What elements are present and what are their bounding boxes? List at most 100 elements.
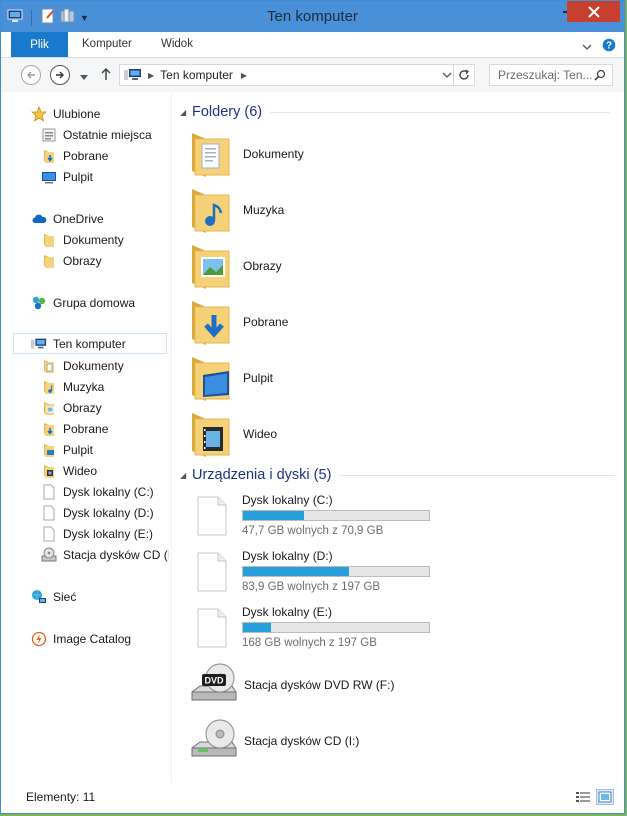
computer-icon [124, 68, 142, 82]
close-icon [587, 5, 600, 18]
window-title: Ten komputer [267, 8, 358, 25]
view-switcher [574, 789, 614, 805]
nav-pc-downloads[interactable]: Pobrane [41, 418, 108, 439]
cd-drive-icon [41, 547, 57, 563]
drive-cd[interactable]: Stacja dysków CD (I:) [190, 716, 450, 766]
tab-view[interactable]: Widok [161, 38, 193, 50]
nav-image-catalog[interactable]: Image Catalog [31, 628, 131, 649]
title-bar: ▼ Ten komputer [1, 1, 624, 32]
nav-network[interactable]: Sieć [31, 586, 76, 607]
details-view-button[interactable] [574, 789, 592, 805]
nav-desktop[interactable]: Pulpit [41, 166, 93, 187]
folder-label: Obrazy [243, 259, 282, 273]
drive-icon [196, 607, 227, 648]
nav-label: Pobrane [63, 421, 109, 436]
nav-pc-pictures[interactable]: Obrazy [41, 397, 102, 418]
folder-label: Dokumenty [243, 147, 304, 161]
folder-label: Pobrane [243, 315, 289, 329]
folder-music[interactable]: Muzyka [190, 182, 390, 238]
folder-downloads[interactable]: Pobrane [190, 294, 390, 350]
breadcrumb-separator-icon[interactable]: ▶ [148, 71, 154, 80]
nav-recent-places[interactable]: Ostatnie miejsca [41, 124, 152, 145]
nav-label: Obrazy [63, 253, 102, 268]
music-folder-icon [41, 379, 57, 395]
nav-onedrive[interactable]: OneDrive [31, 208, 104, 229]
group-divider [339, 474, 616, 476]
recent-locations-button[interactable] [80, 70, 88, 84]
group-header-devices[interactable]: ◢ Urządzenia i dyski (5) [180, 467, 616, 483]
nav-label: Wideo [63, 463, 98, 478]
help-icon[interactable]: ? [602, 38, 616, 55]
nav-this-pc[interactable]: Ten komputer [13, 333, 167, 354]
nav-downloads[interactable]: Pobrane [41, 145, 108, 166]
chevron-down-icon[interactable]: ◢ [180, 471, 192, 480]
folder-icon [41, 253, 57, 269]
address-bar[interactable]: ▶ Ten komputer ▶ [119, 64, 475, 86]
search-input[interactable]: Przeszukaj: Ten... [489, 64, 613, 86]
nav-drive-c[interactable]: Dysk lokalny (C:) [41, 481, 154, 502]
item-count: Elementy: 11 [26, 790, 96, 804]
search-icon[interactable] [594, 69, 606, 84]
videos-folder-icon [41, 463, 57, 479]
up-button[interactable] [100, 67, 112, 84]
arrow-up-icon [101, 67, 111, 80]
nav-label: OneDrive [53, 211, 104, 226]
nav-onedrive-pictures[interactable]: Obrazy [41, 250, 102, 271]
nav-drive-e[interactable]: Dysk lokalny (E:) [41, 523, 153, 544]
nav-label: Ostatnie miejsca [63, 127, 152, 142]
tiles-view-button[interactable] [596, 789, 614, 805]
dvd-badge: DVD [204, 675, 224, 685]
nav-label: Dokumenty [63, 232, 124, 247]
folder-label: Wideo [243, 427, 278, 441]
drive-name: Dysk lokalny (C:) [242, 493, 333, 507]
folder-label: Pulpit [243, 371, 274, 385]
nav-pc-desktop[interactable]: Pulpit [41, 439, 93, 460]
details-view-icon [576, 792, 590, 802]
nav-pc-music[interactable]: Muzyka [41, 376, 104, 397]
nav-label: Image Catalog [53, 631, 132, 646]
drive-usage-fill [243, 511, 305, 520]
tab-computer[interactable]: Komputer [82, 38, 132, 50]
downloads-folder-icon [41, 148, 57, 164]
drive-usage-bar [242, 510, 430, 521]
downloads-folder-icon [190, 299, 230, 345]
group-header-folders[interactable]: ◢ Foldery (6) [180, 104, 611, 120]
desktop-icon [41, 169, 57, 185]
back-button[interactable] [21, 65, 41, 85]
tab-file[interactable]: Plik [11, 32, 68, 57]
documents-folder-icon [41, 358, 57, 374]
nav-onedrive-documents[interactable]: Dokumenty [41, 229, 124, 250]
folder-pictures[interactable]: Obrazy [190, 238, 390, 294]
drive-dvd[interactable]: DVD Stacja dysków DVD RW (F:) [190, 660, 450, 710]
breadcrumb-separator-icon[interactable]: ▶ [241, 71, 247, 80]
nav-label: Pulpit [63, 442, 94, 457]
close-button[interactable] [567, 1, 620, 22]
address-history-button[interactable] [442, 68, 452, 82]
nav-pc-documents[interactable]: Dokumenty [41, 355, 124, 376]
chevron-down-icon[interactable]: ◢ [180, 108, 192, 117]
nav-pc-videos[interactable]: Wideo [41, 460, 97, 481]
chevron-down-icon[interactable] [582, 40, 592, 54]
navigation-pane: Ulubione Ostatnie miejsca Pobrane Pulpit [1, 93, 171, 783]
nav-favorites[interactable]: Ulubione [31, 103, 100, 124]
folder-desktop[interactable]: Pulpit [190, 350, 390, 406]
search-placeholder: Przeszukaj: Ten... [498, 68, 593, 82]
refresh-button[interactable] [453, 64, 475, 86]
drive-c[interactable]: Dysk lokalny (C:) 47,7 GB wolnych z 70,9… [196, 493, 456, 547]
nav-homegroup[interactable]: Grupa domowa [31, 292, 135, 313]
cloud-icon [31, 211, 47, 227]
nav-cd-drive[interactable]: Stacja dysków CD (I: [41, 544, 169, 565]
drive-e[interactable]: Dysk lokalny (E:) 168 GB wolnych z 197 G… [196, 605, 456, 659]
nav-label: Pobrane [63, 148, 109, 163]
nav-label: Grupa domowa [53, 295, 136, 310]
drive-free-space: 168 GB wolnych z 197 GB [242, 637, 377, 649]
breadcrumb[interactable]: Ten komputer [160, 68, 233, 82]
folder-videos[interactable]: Wideo [190, 406, 390, 462]
drive-icon [41, 484, 57, 500]
nav-label: Ulubione [53, 106, 101, 121]
nav-drive-d[interactable]: Dysk lokalny (D:) [41, 502, 154, 523]
image-catalog-icon [31, 631, 47, 647]
drive-d[interactable]: Dysk lokalny (D:) 83,9 GB wolnych z 197 … [196, 549, 456, 603]
forward-button[interactable] [50, 65, 70, 85]
folder-documents[interactable]: Dokumenty [190, 126, 390, 182]
